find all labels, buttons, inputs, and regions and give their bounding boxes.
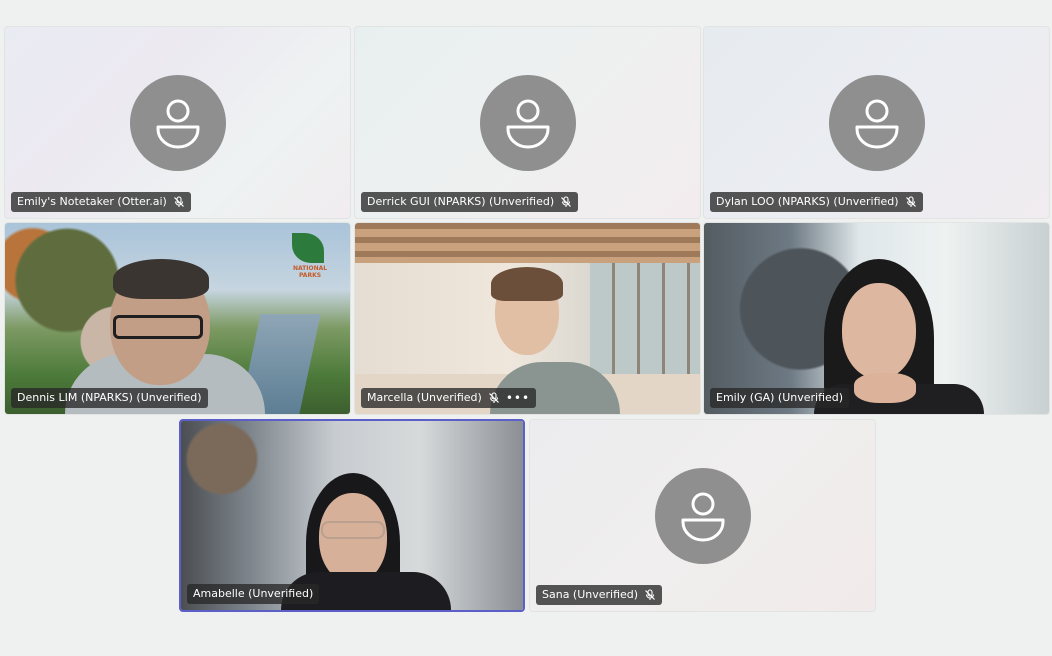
participant-name: Emily (GA) (Unverified) [716, 391, 844, 404]
participant-tile-derrick-gui[interactable]: Derrick GUI (NPARKS) (Unverified) [354, 26, 701, 219]
mic-off-icon [644, 589, 656, 601]
national-parks-logo: NATIONAL PARKS [292, 233, 328, 283]
mic-off-icon [488, 392, 500, 404]
more-options-icon[interactable]: ••• [506, 388, 530, 408]
participant-name-label: Emily's Notetaker (Otter.ai) [11, 192, 191, 212]
avatar [129, 74, 226, 171]
mic-off-icon [560, 196, 572, 208]
participant-tile-emily-ga[interactable]: Emily (GA) (Unverified) [703, 222, 1050, 415]
participant-tile-sana[interactable]: Sana (Unverified) [529, 419, 876, 612]
mic-off-icon [173, 196, 185, 208]
person-icon [506, 99, 549, 148]
participant-name-label: Marcella (Unverified) ••• [361, 388, 537, 408]
participant-name-label: Dennis LIM (NPARKS) (Unverified) [11, 388, 208, 408]
avatar [479, 74, 576, 171]
person-icon [156, 99, 199, 148]
participant-name-label: Dylan LOO (NPARKS) (Unverified) [710, 192, 923, 212]
participant-tile-marcella[interactable]: Marcella (Unverified) ••• [354, 222, 701, 415]
participant-name: Emily's Notetaker (Otter.ai) [17, 195, 167, 208]
participant-tile-amabelle[interactable]: Amabelle (Unverified) [179, 419, 525, 612]
participant-video [704, 223, 1049, 414]
participant-video [355, 223, 700, 414]
person-icon [855, 99, 898, 148]
participant-video: NATIONAL PARKS [5, 223, 350, 414]
participant-name: Marcella (Unverified) [367, 391, 482, 404]
participant-name-label: Sana (Unverified) [536, 585, 663, 605]
participant-name: Dennis LIM (NPARKS) (Unverified) [17, 391, 202, 404]
participant-name-label: Derrick GUI (NPARKS) (Unverified) [361, 192, 579, 212]
participant-video [181, 421, 523, 610]
person-icon [681, 492, 724, 541]
mic-off-icon [905, 196, 917, 208]
participant-name: Dylan LOO (NPARKS) (Unverified) [716, 195, 899, 208]
participant-tile-emilys-notetaker[interactable]: Emily's Notetaker (Otter.ai) [4, 26, 351, 219]
participant-tile-dennis-lim[interactable]: NATIONAL PARKS Dennis LIM (NPARKS) (Unve… [4, 222, 351, 415]
avatar [654, 467, 751, 564]
participant-name-label: Emily (GA) (Unverified) [710, 388, 850, 408]
participant-name: Derrick GUI (NPARKS) (Unverified) [367, 195, 555, 208]
participant-name: Amabelle (Unverified) [193, 587, 314, 600]
participant-tile-dylan-loo[interactable]: Dylan LOO (NPARKS) (Unverified) [703, 26, 1050, 219]
participant-name-label: Amabelle (Unverified) [187, 584, 320, 604]
avatar [828, 74, 925, 171]
participant-name: Sana (Unverified) [542, 588, 639, 601]
